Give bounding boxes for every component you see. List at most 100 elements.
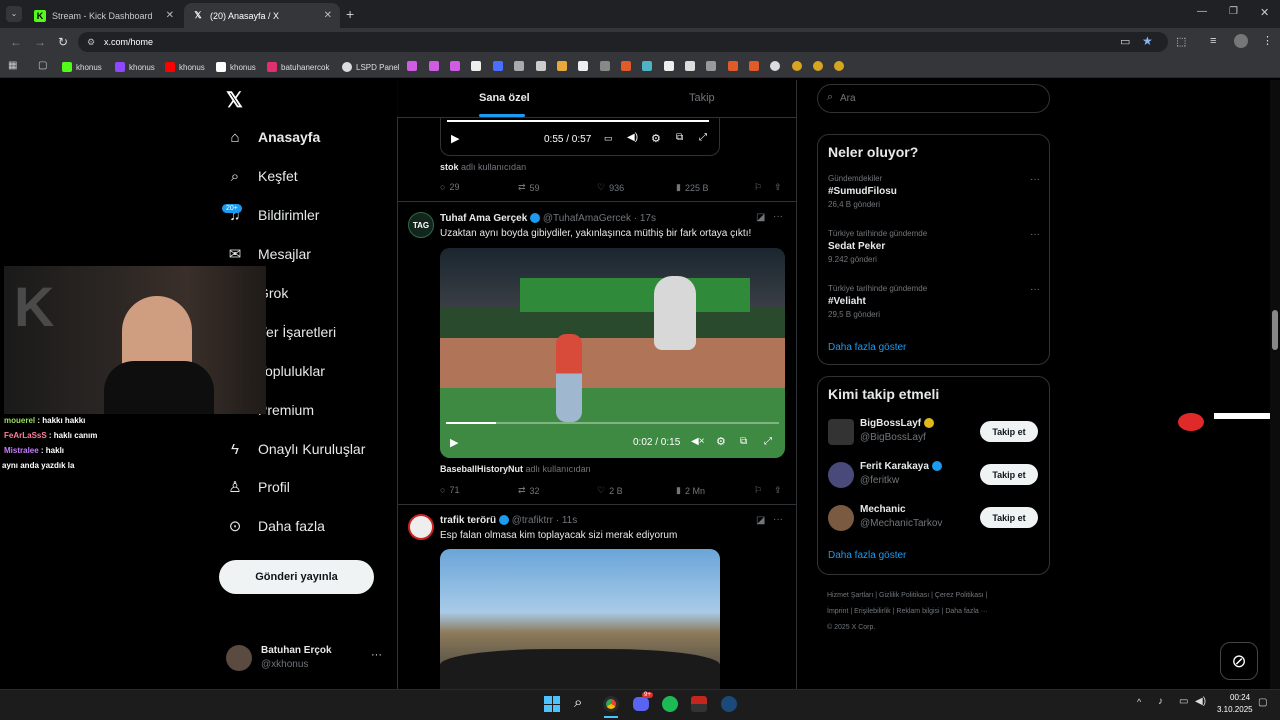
footer-link[interactable]: Reklam bilgisi: [896, 608, 939, 615]
reply-button[interactable]: ○ 71: [440, 485, 459, 495]
tab-x[interactable]: 𝕏 (20) Anasayfa / X ✕: [184, 3, 340, 28]
author-name[interactable]: Tuhaf Ama Gerçek: [440, 213, 527, 224]
tab-search-button[interactable]: ⌄: [6, 6, 22, 22]
back-icon[interactable]: ←: [10, 35, 22, 49]
notification-icon[interactable]: ▢: [1258, 697, 1267, 708]
views-button[interactable]: ▮ 2 Mn: [676, 485, 705, 496]
bookmark-icon-13[interactable]: [664, 61, 674, 71]
nav-item-home[interactable]: ⌂ Anasayfa: [226, 128, 320, 146]
bookmark-icon-14[interactable]: [685, 61, 695, 71]
network-icon[interactable]: ▭: [1179, 696, 1188, 707]
tab-following[interactable]: Takip: [689, 92, 715, 104]
extensions-icon[interactable]: ⬚: [1176, 35, 1186, 48]
grok-icon[interactable]: ◪: [756, 515, 765, 526]
grok-floating-button[interactable]: ⊘: [1220, 642, 1258, 680]
follow-button[interactable]: Takip et: [980, 464, 1038, 485]
fullscreen-icon[interactable]: ⤢: [764, 436, 772, 447]
footer-link[interactable]: Gizlilik Politikası: [879, 592, 929, 599]
video-player[interactable]: [440, 549, 720, 689]
discord-icon[interactable]: [633, 697, 649, 711]
bookmark-icon-11[interactable]: [621, 61, 631, 71]
bookmark-khonus-x[interactable]: khonus: [216, 60, 256, 74]
more-icon[interactable]: ···: [1030, 284, 1040, 295]
author-name[interactable]: trafik terörü: [440, 515, 496, 526]
avatar[interactable]: TAG: [408, 212, 434, 238]
follow-button[interactable]: Takip et: [980, 507, 1038, 528]
play-icon[interactable]: ▶: [450, 436, 458, 449]
more-icon[interactable]: ···: [1030, 229, 1040, 240]
reply-button[interactable]: ○ 29: [440, 182, 459, 192]
like-button[interactable]: ♡ 936: [597, 182, 624, 193]
volume-icon[interactable]: ◀): [1195, 696, 1206, 707]
bookmark-icon-8[interactable]: [557, 61, 567, 71]
bookmark-icon-10[interactable]: [600, 61, 610, 71]
footer-link[interactable]: Daha fazla ···: [945, 608, 987, 615]
bookmark-icon-18[interactable]: [770, 61, 780, 71]
restore-icon[interactable]: ❐: [1229, 6, 1238, 17]
author-handle[interactable]: @TuhafAmaGercek · 17s: [543, 213, 656, 224]
bookmark-icon-21[interactable]: [834, 61, 844, 71]
fullscreen-icon[interactable]: ⤢: [699, 132, 707, 143]
captions-icon[interactable]: ▭: [604, 133, 613, 144]
bookmark-icon-5[interactable]: [493, 61, 503, 71]
video-progress[interactable]: [446, 422, 779, 424]
steam-icon[interactable]: [721, 696, 737, 712]
tab-kick[interactable]: K Stream - Kick Dashboard ✕: [26, 3, 182, 28]
site-info-icon[interactable]: ⚙: [87, 37, 95, 48]
more-icon[interactable]: ···: [1030, 174, 1040, 185]
pip-icon[interactable]: ⧉: [740, 436, 747, 447]
folder-icon[interactable]: ▢: [38, 60, 47, 71]
window-close-icon[interactable]: ✕: [1260, 6, 1269, 19]
grok-icon[interactable]: ◪: [756, 212, 765, 223]
bookmark-icon-7[interactable]: [536, 61, 546, 71]
follow-user[interactable]: Ferit Karakaya @feritkw Takip et: [828, 460, 1042, 490]
footer-link[interactable]: Hizmet Şartları: [827, 592, 873, 599]
bookmark-icon-9[interactable]: [578, 61, 588, 71]
bookmark-icon-17[interactable]: [749, 61, 759, 71]
settings-icon[interactable]: ⚙: [651, 132, 661, 145]
tab-for-you[interactable]: Sana özel: [479, 92, 530, 104]
scrollbar-thumb[interactable]: [1272, 310, 1278, 350]
bookmark-khonus-kick[interactable]: khonus: [62, 60, 102, 74]
clock-time[interactable]: 00:24: [1230, 693, 1250, 702]
bookmark-icon-2[interactable]: [429, 61, 439, 71]
trend-item[interactable]: Gündemdekiler #SumudFilosu 26,4 B gönder…: [828, 174, 1040, 214]
video-player[interactable]: ▶ 0:02 / 0:15 ◀× ⚙ ⧉ ⤢: [440, 248, 785, 458]
follow-show-more[interactable]: Daha fazla göster: [828, 550, 906, 561]
views-button[interactable]: ▮ 225 B: [676, 182, 708, 193]
trend-item[interactable]: Türkiye tarihinde gündemde Sedat Peker 9…: [828, 229, 1040, 269]
windows-start-icon[interactable]: [544, 696, 560, 712]
bookmark-button[interactable]: ⚐: [754, 182, 762, 193]
bookmark-khonus-youtube[interactable]: khonus: [165, 60, 205, 74]
close-icon[interactable]: ✕: [324, 10, 332, 21]
scrollbar-track[interactable]: [1270, 80, 1280, 689]
settings-icon[interactable]: ⚙: [716, 435, 726, 448]
close-icon[interactable]: ✕: [166, 10, 174, 21]
share-button[interactable]: ⇪: [774, 485, 782, 496]
apps-icon[interactable]: ▦: [8, 60, 17, 71]
app-icon[interactable]: [691, 696, 707, 712]
new-tab-button[interactable]: +: [346, 6, 354, 22]
mute-icon[interactable]: ◀×: [691, 436, 705, 447]
chrome-icon[interactable]: [603, 696, 619, 712]
nav-item-more[interactable]: ⊙ Daha fazla: [226, 517, 325, 535]
bookmark-icon-15[interactable]: [706, 61, 716, 71]
bookmark-button[interactable]: ⚐: [754, 485, 762, 496]
footer-link[interactable]: Erişilebilirlik: [854, 608, 891, 615]
video-progress[interactable]: [447, 120, 709, 122]
nav-item-messages[interactable]: ✉ Mesajlar: [226, 245, 311, 263]
bookmark-lspd[interactable]: LSPD Panel: [342, 60, 400, 74]
reload-icon[interactable]: ↻: [58, 35, 68, 49]
nav-item-explore[interactable]: ⌕ Keşfet: [226, 167, 298, 185]
trends-show-more[interactable]: Daha fazla göster: [828, 342, 906, 353]
post-button[interactable]: Gönderi yayınla: [219, 560, 374, 594]
volume-icon[interactable]: ◀): [627, 132, 638, 143]
search-icon[interactable]: ⌕: [574, 694, 582, 711]
bookmark-icon-16[interactable]: [728, 61, 738, 71]
bookmark-icon-6[interactable]: [514, 61, 524, 71]
repost-button[interactable]: ⇄ 59: [518, 182, 540, 193]
avatar[interactable]: [408, 514, 434, 540]
video-player[interactable]: ▶ 0:55 / 0:57 ▭ ◀) ⚙ ⧉ ⤢: [440, 118, 720, 156]
address-bar[interactable]: ⚙ x.com/home: [78, 32, 1168, 52]
footer-link[interactable]: Çerez Politikası: [935, 592, 984, 599]
